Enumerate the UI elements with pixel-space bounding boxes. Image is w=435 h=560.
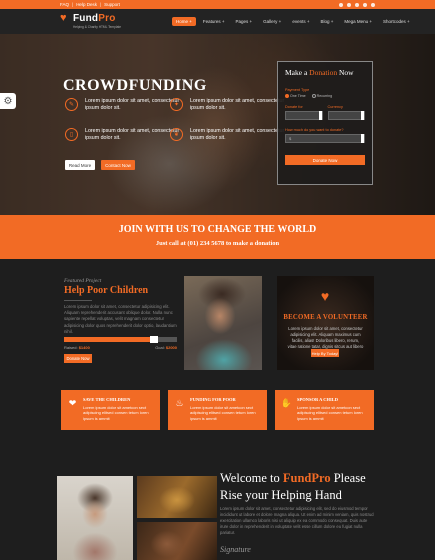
currency-label: Currency	[327, 105, 343, 110]
pencil-icon: ✎	[65, 98, 78, 111]
logo-heart-icon: ♥	[60, 12, 67, 24]
sponsor-icon: ✋	[280, 398, 293, 408]
logo-pro-text: Pro	[98, 13, 116, 24]
raised-amount: Raised: $1400	[64, 345, 90, 350]
featured-title: Help Poor Children	[64, 285, 149, 296]
select-arrow-icon	[361, 111, 364, 121]
card-title: FUNDING FOR POOR	[190, 397, 236, 402]
help-desk-link[interactable]: Help Desk	[76, 2, 97, 7]
support-link[interactable]: Support	[104, 2, 120, 7]
hand-heart-icon: ❤	[68, 398, 77, 408]
social-links	[339, 2, 375, 7]
menu-item-pages[interactable]: Pages +	[232, 17, 257, 26]
radio-empty-icon	[311, 94, 316, 99]
volunteer-box: ♥ BECOME A VOLUNTEER Lorem ipsum dolor s…	[277, 276, 374, 370]
help-today-button[interactable]: Help By Today!	[311, 349, 339, 357]
card-text: Lorem ipsum dolor sit ametcon sect adipi…	[190, 405, 256, 421]
hero-feature-1: ✎ Lorem ipsum dolor sit amet, consectetu…	[65, 98, 180, 112]
menu: Home + Features + Pages + Gallery + even…	[172, 17, 414, 26]
hero-feature-text: Lorem ipsum dolor sit amet, consectetur …	[85, 128, 180, 141]
hero-feature-text: Lorem ipsum dolor sit amet, consectetur …	[85, 98, 180, 111]
donate-for-select[interactable]	[285, 111, 323, 121]
contact-now-button[interactable]: Contact Now	[101, 160, 135, 170]
menu-item-home[interactable]: Home +	[172, 17, 196, 26]
amount-input[interactable]: $	[285, 134, 365, 144]
hero-feature-text: Lorem ipsum dolor sit amet, consectetur …	[190, 128, 285, 141]
goal-amount: Goal: $2000	[155, 345, 177, 350]
facebook-icon[interactable]	[339, 2, 343, 7]
progress-fill	[64, 337, 155, 342]
banner-headline: JOIN WITH US TO CHANGE THE WORLD	[118, 224, 317, 235]
payment-type-label: Payment Type	[285, 88, 310, 92]
hero-feature-4: ❦ Lorem ipsum dolor sit amet, consectetu…	[170, 128, 285, 142]
menu-item-mega-menu[interactable]: Mega Menu +	[340, 17, 376, 26]
google-plus-icon[interactable]	[355, 2, 359, 7]
gallery-photo-3	[137, 522, 217, 560]
logo-tagline: Helping & Charity HTML Template	[73, 25, 122, 29]
menu-item-gallery[interactable]: Gallery +	[259, 17, 285, 26]
food-icon: ♨	[175, 398, 184, 408]
faq-link[interactable]: FAQ	[60, 2, 69, 7]
stepper-icon	[361, 134, 364, 144]
card-sponsor-child[interactable]: ✋ SPONSOR A CHILD Lorem ipsum dolor sit …	[275, 390, 374, 430]
progress-knob	[150, 336, 159, 343]
top-bar: FAQ | Help Desk | Support	[0, 0, 435, 9]
volunteer-title: BECOME A VOLUNTEER	[283, 314, 368, 321]
donate-now-button[interactable]: Donate Now	[285, 155, 365, 166]
featured-text: Lorem ipsum dolor sit amet, consectetur …	[64, 304, 177, 334]
logo[interactable]: ♥ FundPro Helping & Charity HTML Templat…	[60, 12, 122, 30]
funding-progress-bar	[64, 336, 177, 343]
hero-feature-2: ✦ Lorem ipsum dolor sit amet, consectetu…	[170, 98, 285, 112]
gallery-photo-2	[137, 476, 217, 518]
card-title: SAVE THE CHILDREN	[83, 397, 131, 402]
leaf-icon: ❦	[170, 128, 183, 141]
card-save-children[interactable]: ❤ SAVE THE CHILDREN Lorem ipsum dolor si…	[61, 390, 160, 430]
gallery-photo-girl	[57, 476, 133, 560]
select-arrow-icon	[318, 111, 322, 121]
heart-hand-icon: ♥	[320, 288, 330, 304]
hero-feature-text: Lorem ipsum dolor sit amet, consectetur …	[190, 98, 285, 111]
signature: Signature	[220, 545, 251, 554]
recurring-radio[interactable]: Recurring	[311, 94, 332, 99]
banner-subline: Just call at (01) 234 5678 to make a don…	[155, 240, 280, 247]
main-nav: ♥ FundPro Helping & Charity HTML Templat…	[0, 9, 435, 34]
youtube-icon[interactable]	[371, 2, 375, 7]
card-text: Lorem ipsum dolor sit ametcon sect adipi…	[297, 405, 363, 421]
menu-item-shortcodes[interactable]: Shortcodes +	[379, 17, 414, 26]
call-to-action-banner: JOIN WITH US TO CHANGE THE WORLD Just ca…	[0, 215, 435, 259]
menu-item-features[interactable]: Features +	[199, 17, 229, 26]
card-title: SPONSOR A CHILD	[297, 397, 339, 402]
featured-donate-button[interactable]: Donate Now	[64, 354, 92, 363]
currency-select[interactable]	[327, 111, 365, 121]
featured-child-photo	[184, 276, 262, 370]
featured-kicker: Featured Project	[64, 278, 102, 284]
welcome-text: Lorem ipsum dolor sit amet, consectetur …	[220, 506, 374, 535]
mobile-icon: ▯	[65, 128, 78, 141]
payment-type-options: One Time Recurring	[285, 94, 365, 99]
twitter-icon[interactable]	[347, 2, 351, 7]
welcome-heading: Welcome to FundPro Please Rise your Help…	[220, 471, 366, 502]
one-time-radio[interactable]: One Time	[285, 94, 306, 99]
card-funding-poor[interactable]: ♨ FUNDING FOR POOR Lorem ipsum dolor sit…	[168, 390, 267, 430]
hero-title: CROWDFUNDING	[63, 77, 207, 94]
lightbulb-icon: ✦	[170, 98, 183, 111]
title-divider	[64, 300, 92, 301]
radio-selected-icon	[285, 94, 289, 99]
hero-feature-3: ▯ Lorem ipsum dolor sit amet, consectetu…	[65, 128, 180, 142]
donation-form-title: Make a Donation Now	[285, 68, 354, 77]
linkedin-icon[interactable]	[363, 2, 367, 7]
menu-item-blog[interactable]: Blog +	[316, 17, 337, 26]
read-more-button[interactable]: Read More	[65, 160, 95, 170]
card-text: Lorem ipsum dolor sit ametcon sect adipi…	[83, 405, 149, 421]
donation-form: Make a Donation Now Payment Type One Tim…	[277, 61, 373, 185]
logo-fund-text: Fund	[73, 13, 99, 24]
amount-label: How much do you want to donate?	[285, 128, 344, 133]
menu-item-events[interactable]: events +	[288, 17, 313, 26]
donate-for-label: Donate for	[285, 105, 303, 110]
settings-gear-icon[interactable]: ⚙	[0, 93, 16, 109]
